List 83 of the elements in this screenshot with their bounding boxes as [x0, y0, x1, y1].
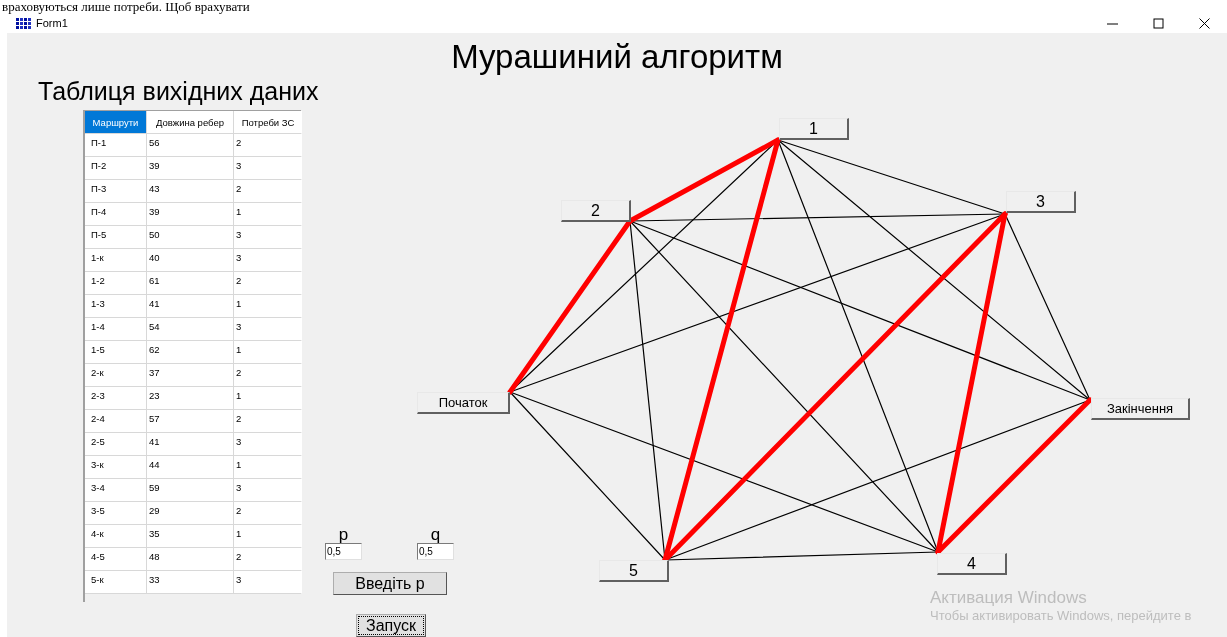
- node-button[interactable]: 5: [599, 560, 669, 582]
- table-cell: 50: [147, 226, 233, 248]
- table-cell: 1: [234, 456, 302, 478]
- table-cell: 39: [147, 157, 233, 179]
- column-header[interactable]: Довжина ребер: [147, 111, 233, 133]
- table-cell: 3: [234, 479, 302, 501]
- table-cell: 5-к: [85, 571, 146, 593]
- table-cell: 39: [147, 203, 233, 225]
- table-cell: 59: [147, 479, 233, 501]
- table-cell: П-4: [85, 203, 146, 225]
- table-cell: 61: [147, 272, 233, 294]
- table-cell: П-2: [85, 157, 146, 179]
- parameter-field[interactable]: 0,5: [417, 543, 454, 560]
- table-cell: 3-к: [85, 456, 146, 478]
- start-button[interactable]: Запуск: [356, 614, 426, 637]
- close-icon[interactable]: [1198, 17, 1210, 29]
- table-cell: 4-5: [85, 548, 146, 570]
- node-button[interactable]: 4: [937, 553, 1007, 575]
- table-cell: 2-3: [85, 387, 146, 409]
- node-button[interactable]: Закінчення: [1091, 398, 1190, 420]
- table-cell: 41: [147, 295, 233, 317]
- table-cell: 2-к: [85, 364, 146, 386]
- table-cell: 1: [234, 295, 302, 317]
- window-title: Form1: [36, 17, 68, 29]
- table-cell: 1-2: [85, 272, 146, 294]
- enter-button[interactable]: Введіть p: [333, 572, 447, 595]
- table-cell: 4-к: [85, 525, 146, 547]
- table-cell: 2: [234, 502, 302, 524]
- table-cell: 43: [147, 180, 233, 202]
- table-cell: 40: [147, 249, 233, 271]
- parameter-field[interactable]: 0,5: [325, 543, 362, 560]
- document-text: враховуються лише потреби. Щоб врахувати: [1, 0, 251, 13]
- node-button[interactable]: Початок: [417, 392, 510, 414]
- app-heading: Мурашиний алгоритм: [450, 37, 784, 75]
- table-cell: 29: [147, 502, 233, 524]
- table-cell: 1: [234, 341, 302, 363]
- table-cell: 44: [147, 456, 233, 478]
- table-cell: 1-к: [85, 249, 146, 271]
- table-cell: П-5: [85, 226, 146, 248]
- table-cell: 3: [234, 571, 302, 593]
- table-cell: 1: [234, 525, 302, 547]
- table-cell: 54: [147, 318, 233, 340]
- column-header[interactable]: Маршрути: [85, 111, 146, 133]
- table-cell: 1-5: [85, 341, 146, 363]
- table-cell: 3: [234, 226, 302, 248]
- table-cell: 2: [234, 410, 302, 432]
- table-title: Таблиця вихідних даних: [38, 76, 319, 107]
- table-cell: 2: [234, 272, 302, 294]
- table-cell: 3: [234, 318, 302, 340]
- parameter-label: p: [338, 527, 349, 543]
- table-cell: 2: [234, 134, 302, 156]
- table-cell: 3: [234, 157, 302, 179]
- table-cell: 1: [234, 387, 302, 409]
- table-cell: 2: [234, 364, 302, 386]
- table-cell: 1-3: [85, 295, 146, 317]
- table-cell: 3: [234, 433, 302, 455]
- maximize-icon[interactable]: [1152, 17, 1164, 29]
- node-button[interactable]: 3: [1006, 191, 1076, 213]
- node-button[interactable]: 1: [779, 118, 849, 140]
- table-cell: 1-4: [85, 318, 146, 340]
- table-cell: 2-4: [85, 410, 146, 432]
- table-cell: 3-5: [85, 502, 146, 524]
- parameter-label: q: [430, 527, 441, 543]
- table-cell: 57: [147, 410, 233, 432]
- table-cell: 37: [147, 364, 233, 386]
- table-cell: 56: [147, 134, 233, 156]
- table-cell: 3-4: [85, 479, 146, 501]
- table-cell: П-3: [85, 180, 146, 202]
- table-cell: 35: [147, 525, 233, 547]
- table-cell: 2-5: [85, 433, 146, 455]
- node-button[interactable]: 2: [561, 200, 631, 222]
- table-cell: 23: [147, 387, 233, 409]
- table-cell: 2: [234, 180, 302, 202]
- app-icon: [15, 17, 32, 29]
- table-cell: П-1: [85, 134, 146, 156]
- table-cell: 1: [234, 203, 302, 225]
- table-cell: 2: [234, 548, 302, 570]
- column-header[interactable]: Потреби ЗС: [234, 111, 302, 133]
- table-cell: 41: [147, 433, 233, 455]
- table-cell: 62: [147, 341, 233, 363]
- table-cell: 3: [234, 249, 302, 271]
- table-cell: 48: [147, 548, 233, 570]
- table-cell: 33: [147, 571, 233, 593]
